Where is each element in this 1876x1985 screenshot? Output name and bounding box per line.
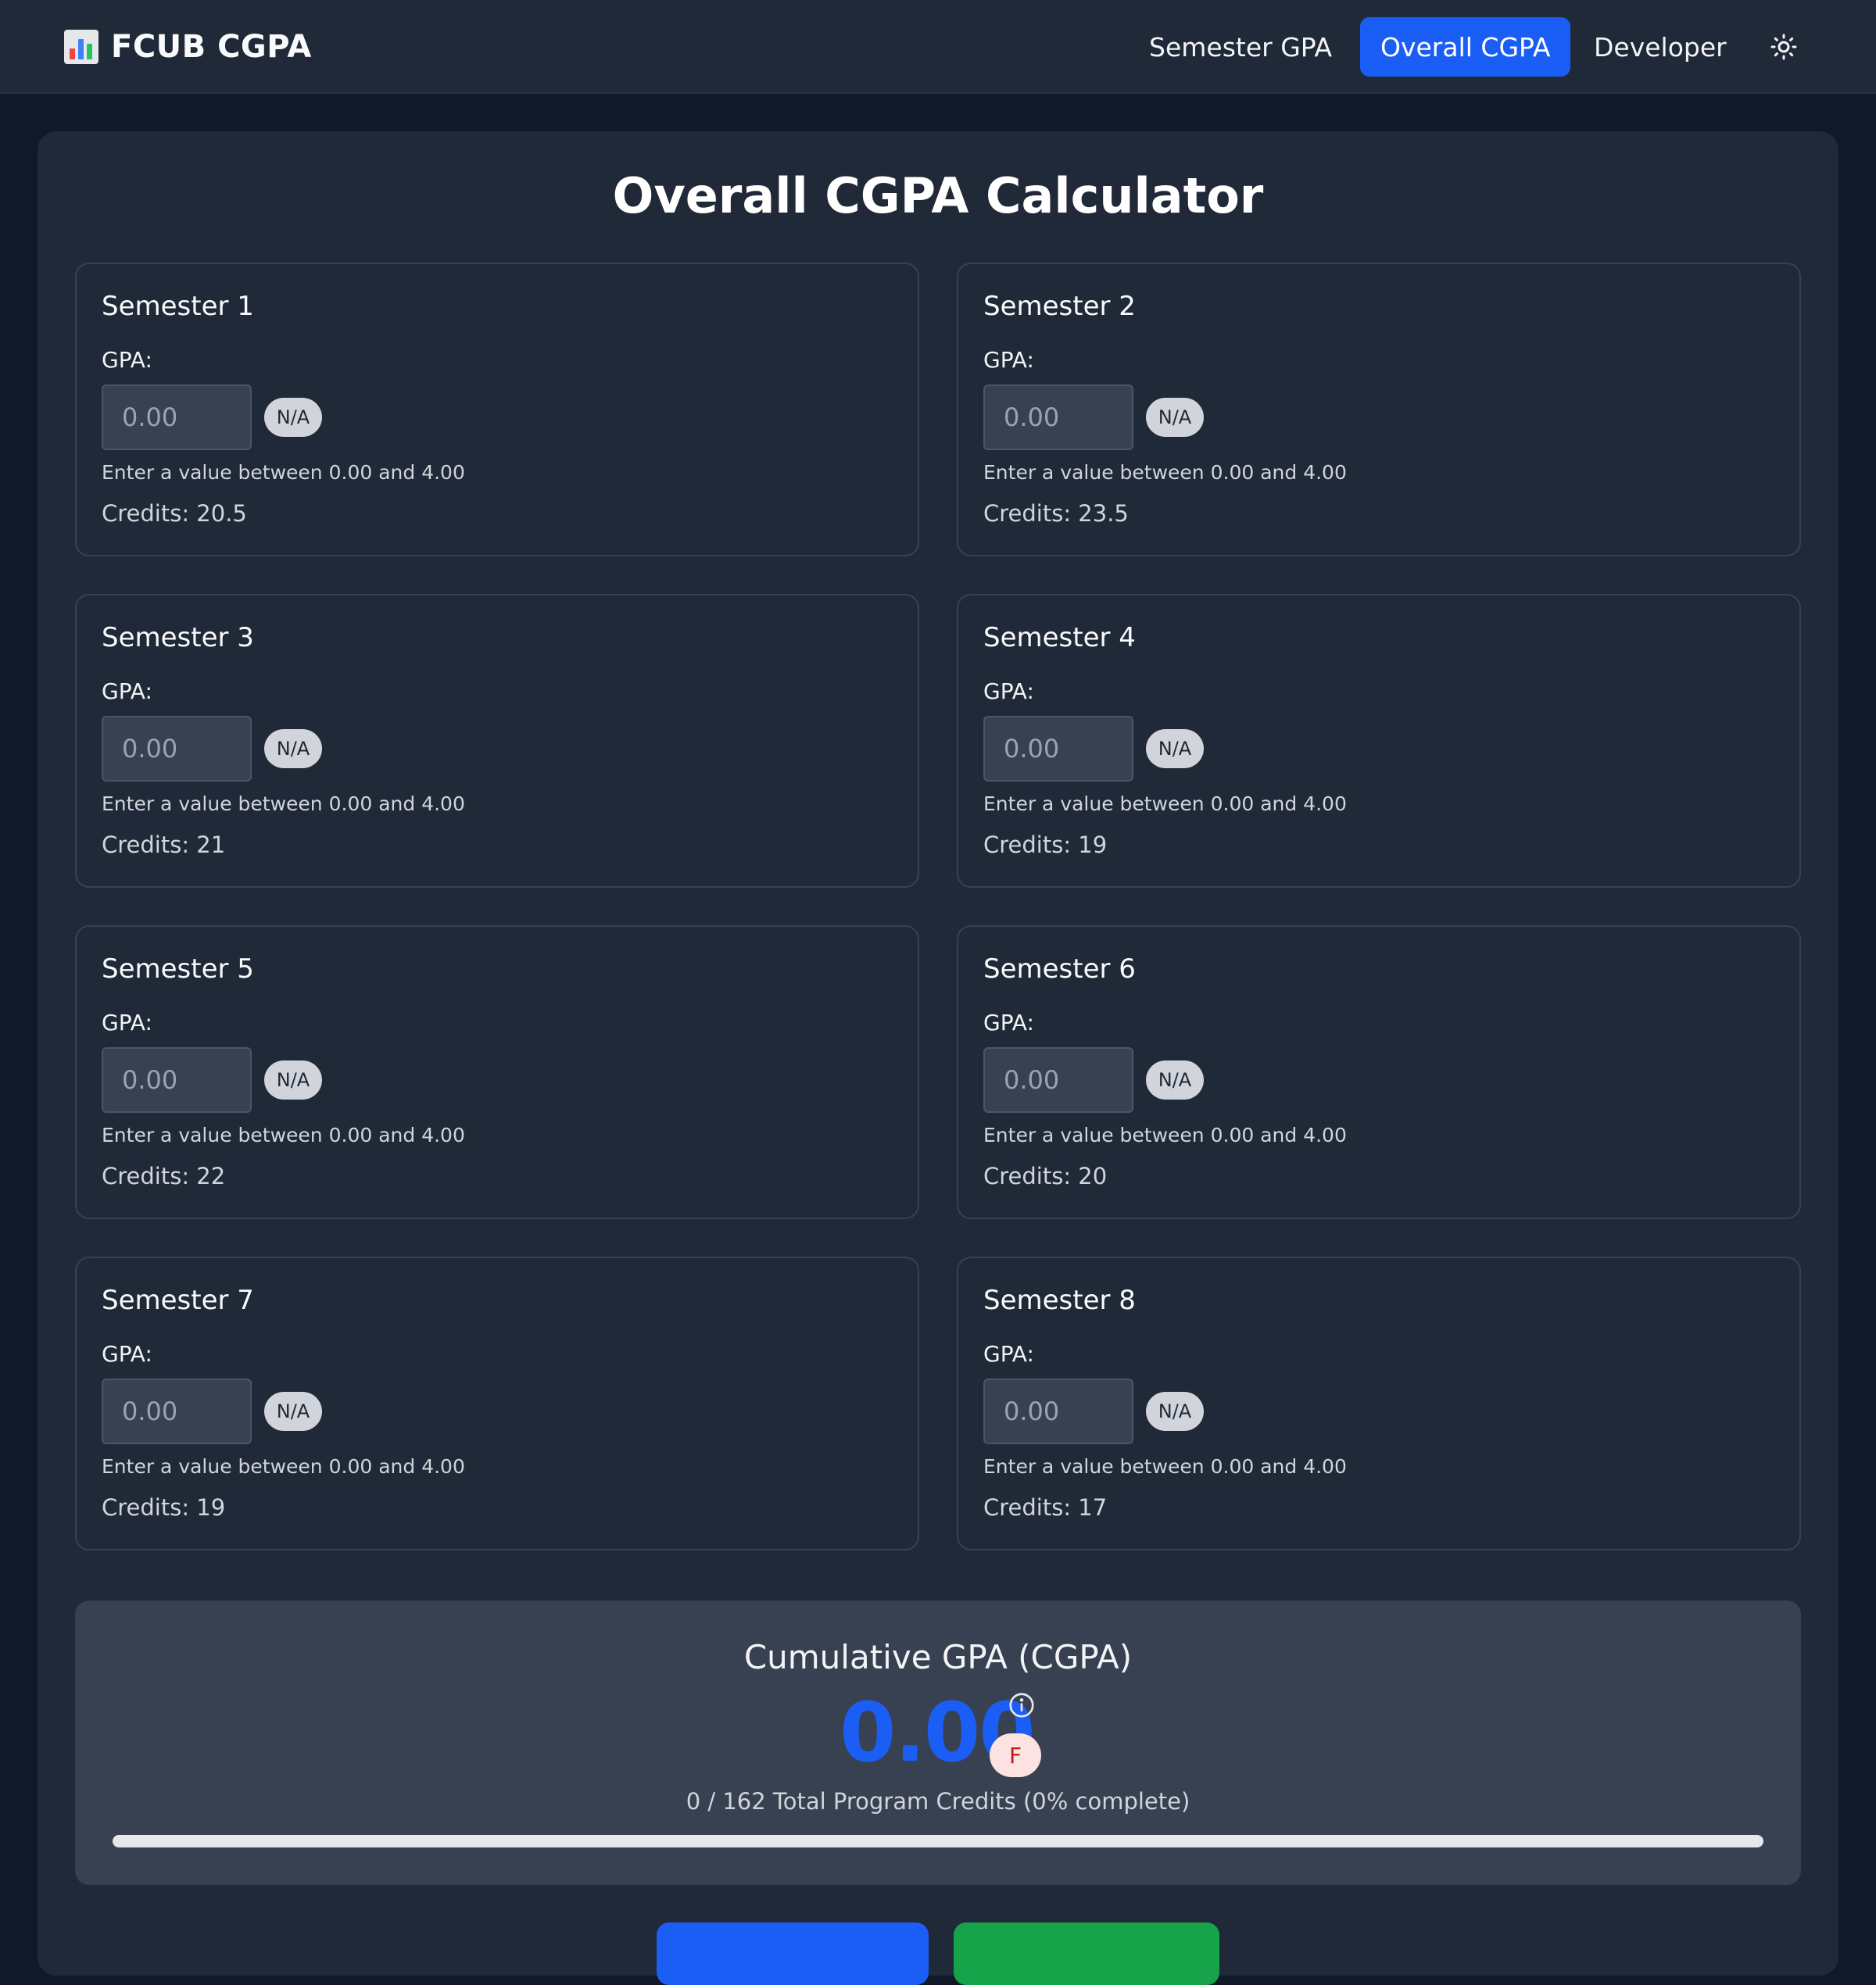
gpa-input-semester-3[interactable] [102,716,252,781]
gpa-input-semester-6[interactable] [983,1047,1133,1113]
semester-title: Semester 4 [983,622,1136,653]
credits-text: Credits: 17 [983,1494,1108,1521]
brand-title: FCUB CGPA [111,29,312,65]
gpa-input-semester-4[interactable] [983,716,1133,781]
gpa-label: GPA: [983,1010,1034,1035]
calculator-container: Overall CGPA Calculator Semester 1 GPA: … [38,131,1838,1985]
success-action-button[interactable] [954,1922,1219,1985]
credits-text: Credits: 19 [102,1494,226,1521]
cgpa-grade-badge: F [990,1733,1041,1777]
gpa-label: GPA: [102,1341,152,1367]
semester-title: Semester 3 [102,622,254,653]
gpa-hint: Enter a value between 0.00 and 4.00 [102,1124,465,1146]
primary-action-button[interactable] [657,1922,929,1985]
credits-progress-bar [113,1835,1763,1847]
gpa-label: GPA: [102,1010,152,1035]
semester-card-6: Semester 6 GPA: N/A Enter a value betwee… [957,925,1801,1219]
gpa-label: GPA: [983,347,1034,373]
grade-badge: N/A [1146,398,1204,437]
gpa-hint: Enter a value between 0.00 and 4.00 [102,461,465,484]
semester-card-8: Semester 8 GPA: N/A Enter a value betwee… [957,1257,1801,1550]
semester-title: Semester 6 [983,953,1136,985]
credits-text: Credits: 21 [102,832,226,858]
semester-title: Semester 1 [102,291,254,322]
semester-card-5: Semester 5 GPA: N/A Enter a value betwee… [75,925,919,1219]
grade-badge: N/A [264,1392,322,1431]
semester-card-4: Semester 4 GPA: N/A Enter a value betwee… [957,594,1801,888]
semester-title: Semester 7 [102,1285,254,1316]
gpa-label: GPA: [983,678,1034,704]
nav-semester-gpa[interactable]: Semester GPA [1129,17,1352,77]
gpa-input-semester-7[interactable] [102,1379,252,1444]
result-title: Cumulative GPA (CGPA) [743,1638,1133,1676]
grade-badge: N/A [264,1060,322,1100]
gpa-input-semester-1[interactable] [102,384,252,450]
grade-badge: N/A [1146,729,1204,768]
gpa-hint: Enter a value between 0.00 and 4.00 [983,1124,1347,1146]
semester-title: Semester 5 [102,953,254,985]
credits-text: Credits: 23.5 [983,500,1129,527]
brand[interactable]: FCUB CGPA [64,27,312,67]
semester-card-1: Semester 1 GPA: N/A Enter a value betwee… [75,263,919,556]
grade-badge: N/A [1146,1392,1204,1431]
semester-card-2: Semester 2 GPA: N/A Enter a value betwee… [957,263,1801,556]
credits-text: Credits: 20 [983,1163,1108,1189]
grade-badge: N/A [264,398,322,437]
bar-chart-icon [64,30,98,64]
credits-summary: 0 / 162 Total Program Credits (0% comple… [686,1788,1190,1815]
semester-title: Semester 2 [983,291,1136,322]
info-icon[interactable] [1008,1691,1036,1719]
credits-text: Credits: 19 [983,832,1108,858]
gpa-hint: Enter a value between 0.00 and 4.00 [102,792,465,815]
semester-card-7: Semester 7 GPA: N/A Enter a value betwee… [75,1257,919,1550]
nav-overall-cgpa[interactable]: Overall CGPA [1360,17,1571,77]
semester-title: Semester 8 [983,1285,1136,1316]
theme-toggle-button[interactable] [1768,31,1799,63]
gpa-input-semester-2[interactable] [983,384,1133,450]
gpa-label: GPA: [983,1341,1034,1367]
gpa-hint: Enter a value between 0.00 and 4.00 [983,461,1347,484]
gpa-label: GPA: [102,347,152,373]
semester-card-3: Semester 3 GPA: N/A Enter a value betwee… [75,594,919,888]
top-navbar: FCUB CGPA Semester GPA Overall CGPA Deve… [0,0,1876,94]
page-title: Overall CGPA Calculator [612,167,1264,224]
sun-icon [1770,34,1797,60]
gpa-label: GPA: [102,678,152,704]
gpa-hint: Enter a value between 0.00 and 4.00 [983,1455,1347,1478]
nav-developer[interactable]: Developer [1573,17,1747,77]
credits-text: Credits: 22 [102,1163,226,1189]
gpa-input-semester-5[interactable] [102,1047,252,1113]
gpa-hint: Enter a value between 0.00 and 4.00 [983,792,1347,815]
gpa-hint: Enter a value between 0.00 and 4.00 [102,1455,465,1478]
gpa-input-semester-8[interactable] [983,1379,1133,1444]
grade-badge: N/A [1146,1060,1204,1100]
grade-badge: N/A [264,729,322,768]
credits-text: Credits: 20.5 [102,500,247,527]
cgpa-result-panel: Cumulative GPA (CGPA) 0.00 F 0 / 162 Tot… [75,1601,1801,1885]
